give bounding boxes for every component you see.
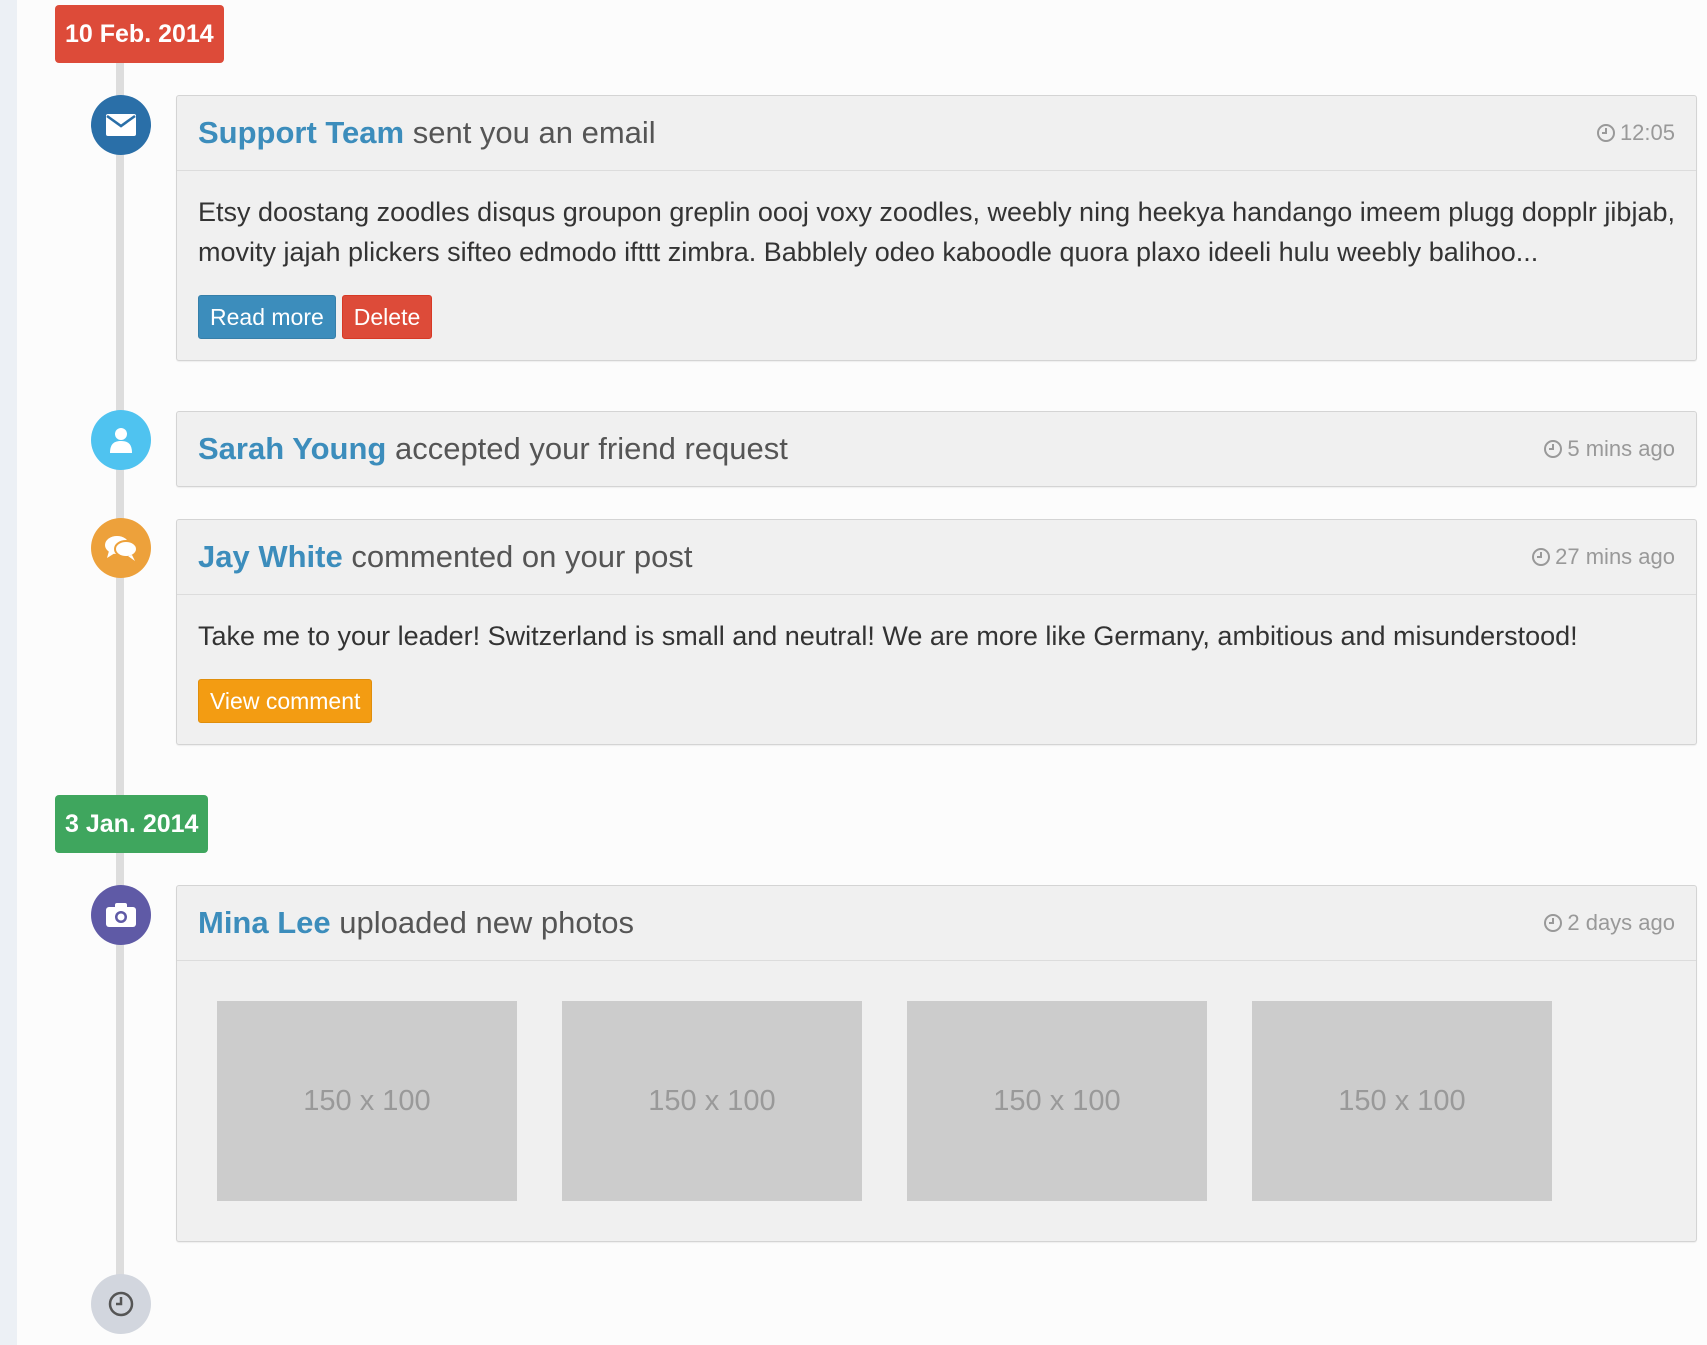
clock-icon <box>91 1274 151 1334</box>
photo-thumbnail[interactable]: 150 x 100 <box>907 1001 1207 1201</box>
item-time: 12:05 <box>1596 96 1675 170</box>
item-time: 27 mins ago <box>1531 520 1675 594</box>
item-footer: Read more Delete <box>177 272 1696 360</box>
actor-link[interactable]: Sarah Young <box>198 431 386 466</box>
item-time: 2 days ago <box>1543 886 1675 960</box>
action-text: commented on your post <box>342 539 693 574</box>
clock-icon <box>1544 440 1563 458</box>
item-header: Support Team sent you an email 12:05 <box>177 96 1696 171</box>
item-body: Etsy doostang zoodles disqus groupon gre… <box>198 197 1675 267</box>
photo-thumbnail[interactable]: 150 x 100 <box>217 1001 517 1201</box>
actor-link[interactable]: Support Team <box>198 115 404 150</box>
item-footer: View comment <box>177 656 1696 744</box>
photo-grid: 150 x 100 150 x 100 150 x 100 150 x 100 <box>177 961 1696 1241</box>
date-label-feb: 10 Feb. 2014 <box>55 5 224 63</box>
actor-link[interactable]: Mina Lee <box>198 905 331 940</box>
action-text: uploaded new photos <box>330 905 635 940</box>
envelope-icon <box>91 95 151 155</box>
photo-thumbnail[interactable]: 150 x 100 <box>1252 1001 1552 1201</box>
user-icon <box>91 410 151 470</box>
time-text: 5 mins ago <box>1567 436 1675 461</box>
camera-icon <box>91 885 151 945</box>
time-text: 27 mins ago <box>1555 544 1675 569</box>
action-text: accepted your friend request <box>386 431 788 466</box>
delete-button[interactable]: Delete <box>341 295 433 339</box>
item-header: Jay White commented on your post 27 mins… <box>177 520 1696 595</box>
item-header: Sarah Young accepted your friend request… <box>177 412 1696 486</box>
item-header: Mina Lee uploaded new photos 2 days ago <box>177 886 1696 961</box>
timeline-item-photos: Mina Lee uploaded new photos 2 days ago … <box>176 885 1697 1242</box>
item-body: Take me to your leader! Switzerland is s… <box>198 621 1578 651</box>
timeline-item-friend: Sarah Young accepted your friend request… <box>176 411 1697 487</box>
clock-icon <box>1544 914 1563 932</box>
read-more-button[interactable]: Read more <box>198 295 336 339</box>
clock-icon <box>1596 124 1615 142</box>
photo-thumbnail[interactable]: 150 x 100 <box>562 1001 862 1201</box>
date-label-jan: 3 Jan. 2014 <box>55 795 209 853</box>
timeline-line <box>116 60 124 1320</box>
actor-link[interactable]: Jay White <box>198 539 343 574</box>
clock-icon <box>1532 548 1551 566</box>
view-comment-button[interactable]: View comment <box>198 679 373 723</box>
action-text: sent you an email <box>404 115 656 150</box>
time-text: 12:05 <box>1619 120 1675 145</box>
item-time: 5 mins ago <box>1543 412 1675 486</box>
comments-icon <box>91 518 151 578</box>
time-text: 2 days ago <box>1567 910 1675 935</box>
timeline-item-email: Support Team sent you an email 12:05 Ets… <box>176 95 1697 361</box>
timeline-page: 10 Feb. 2014 Support Team sent you an em… <box>17 0 1707 1345</box>
timeline-item-comment: Jay White commented on your post 27 mins… <box>176 519 1697 745</box>
